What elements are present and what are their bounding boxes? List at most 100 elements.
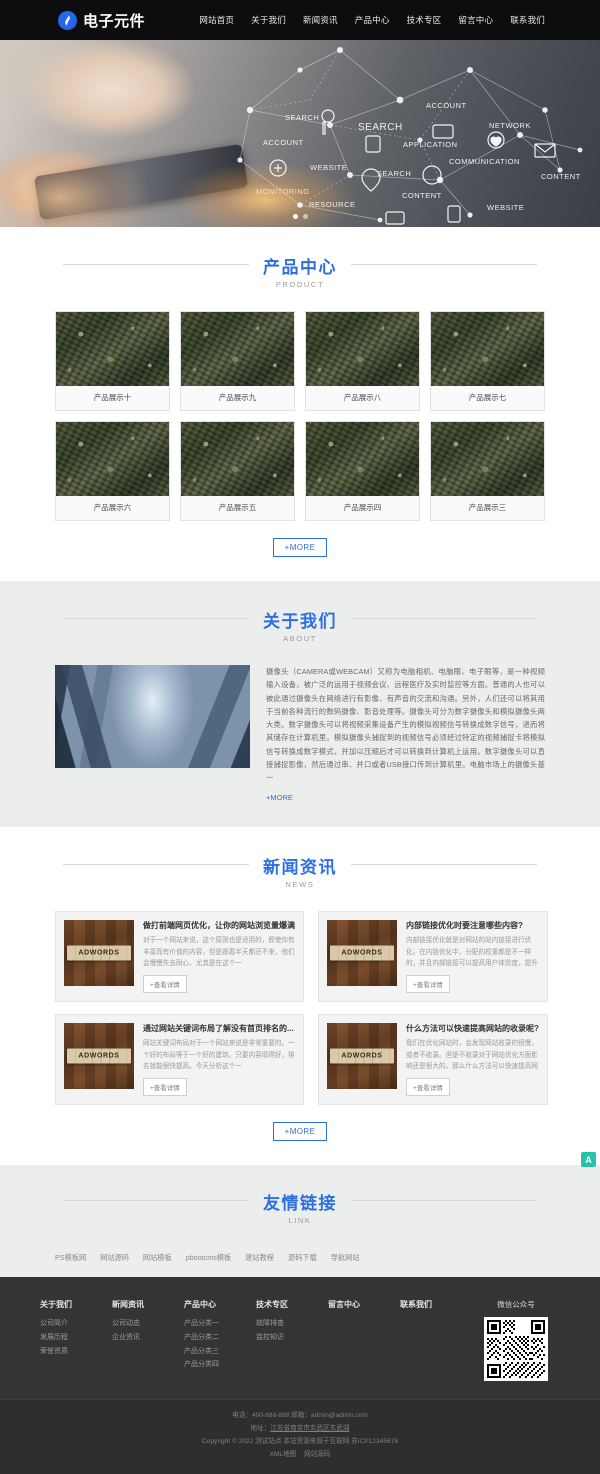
news-description: 网站关键词布局对于一个网站来说是非常重要的。一个好的布局等于一个好的建筑。只要内… <box>143 1040 295 1070</box>
products-section-title: 产品中心 PRODUCT <box>55 253 545 289</box>
footer-column-title[interactable]: 留言中心 <box>328 1299 388 1310</box>
news-detail-button[interactable]: +查看详情 <box>143 975 187 993</box>
product-name: 产品展示四 <box>343 503 382 512</box>
footer-link[interactable]: 产品分类一 <box>184 1317 244 1331</box>
product-card[interactable]: 产品展示五 <box>180 421 295 521</box>
xml-sitemap-link[interactable]: XML地图 <box>270 1451 297 1458</box>
footer-bottom-links: XML地图 网站源码 <box>0 1449 600 1462</box>
friendly-link[interactable]: 建站教程 <box>245 1253 274 1263</box>
footer-link[interactable]: 产品分类四 <box>184 1358 244 1372</box>
network-graphic: SEARCH ACCOUNT SEARCH NETWORK ACCOUNT AP… <box>237 47 583 225</box>
footer-column-news: 新闻资讯 公司动态 企业资讯 <box>112 1299 184 1381</box>
footer-link[interactable]: 故障排查 <box>256 1317 316 1331</box>
news-thumbnail <box>327 920 397 987</box>
news-thumbnail <box>64 920 134 987</box>
footer-link[interactable]: 企业资讯 <box>112 1331 172 1345</box>
news-thumbnail <box>327 1023 397 1090</box>
footer-link[interactable]: 公司动态 <box>112 1317 172 1331</box>
product-name: 产品展示七 <box>468 393 507 402</box>
friendly-link[interactable]: 导航网站 <box>331 1253 360 1263</box>
product-grid: 产品展示十 产品展示九 产品展示八 产品展示七 产品展示六 产品展示五 产品展示… <box>55 311 545 521</box>
flame-circle-icon <box>58 10 77 30</box>
nav-item-news[interactable]: 新闻资讯 <box>303 14 338 26</box>
product-card[interactable]: 产品展示四 <box>305 421 420 521</box>
site-header: 电子元件 网站首页 关于我们 新闻资讯 产品中心 技术专区 留言中心 联系我们 <box>0 0 600 40</box>
footer-column-title[interactable]: 产品中心 <box>184 1299 244 1310</box>
product-card[interactable]: 产品展示六 <box>55 421 170 521</box>
accessibility-float-icon[interactable]: A <box>581 1152 596 1167</box>
footer-link[interactable]: 产品分类二 <box>184 1331 244 1345</box>
svg-text:MONITORING: MONITORING <box>256 187 310 196</box>
product-thumbnail <box>431 312 544 386</box>
about-title-cn: 关于我们 <box>249 607 351 632</box>
products-section: 产品中心 PRODUCT 产品展示十 产品展示九 产品展示八 产品展示七 产品展… <box>0 227 600 581</box>
source-code-link[interactable]: 网站源码 <box>304 1451 330 1458</box>
products-title-en: PRODUCT <box>275 280 325 289</box>
friendly-link[interactable]: 网站模板 <box>143 1253 172 1263</box>
footer-column-title[interactable]: 新闻资讯 <box>112 1299 172 1310</box>
product-name: 产品展示十 <box>93 393 132 402</box>
product-name: 产品展示三 <box>468 503 507 512</box>
product-thumbnail <box>431 422 544 496</box>
footer-column-title[interactable]: 关于我们 <box>40 1299 100 1310</box>
hero-dot-1[interactable] <box>292 214 298 219</box>
product-card[interactable]: 产品展示七 <box>430 311 545 411</box>
about-image <box>55 665 250 768</box>
news-card[interactable]: 内部链接优化时要注意哪些内容? 内部链接优化就是对网站的站内链接进行优化。在内链… <box>318 911 548 1003</box>
nav-item-about[interactable]: 关于我们 <box>251 14 286 26</box>
friendly-link[interactable]: 源码下载 <box>288 1253 317 1263</box>
friendly-link[interactable]: 网站源码 <box>100 1253 129 1263</box>
news-title: 通过网站关键词布局了解没有首页排名的... <box>143 1024 294 1034</box>
footer-column-tech: 技术专区 故障排查 监控知识 <box>256 1299 328 1381</box>
nav-item-products[interactable]: 产品中心 <box>355 14 390 26</box>
svg-text:APPLICATION: APPLICATION <box>403 140 458 149</box>
product-thumbnail <box>306 422 419 496</box>
news-detail-button[interactable]: +查看详情 <box>406 975 450 994</box>
friendly-link[interactable]: pbootcms模板 <box>186 1253 232 1263</box>
news-card[interactable]: 做打前端网页优化，让你的网站浏览量爆满 对于一个网站来说，这个原则也是适用的，即… <box>55 911 304 1003</box>
svg-text:SEARCH: SEARCH <box>377 169 411 178</box>
product-card[interactable]: 产品展示三 <box>430 421 545 521</box>
footer-column-products: 产品中心 产品分类一 产品分类二 产品分类三 产品分类四 <box>184 1299 256 1381</box>
news-detail-button[interactable]: +查看详情 <box>143 1078 187 1096</box>
svg-text:WEBSITE: WEBSITE <box>310 163 347 172</box>
hero-banner[interactable]: SEARCH ACCOUNT SEARCH NETWORK ACCOUNT AP… <box>0 40 600 227</box>
hero-dot-2[interactable] <box>302 214 308 219</box>
nav-item-home[interactable]: 网站首页 <box>199 14 234 26</box>
news-card[interactable]: 什么方法可以快速提高网站的收录呢? 我们在优化网站时，会发现网站收录的很慢，或者… <box>318 1014 548 1106</box>
news-detail-button[interactable]: +查看详情 <box>406 1078 450 1097</box>
products-title-cn: 产品中心 <box>249 253 351 278</box>
friendly-link[interactable]: PS模板网 <box>55 1253 86 1263</box>
news-more-button[interactable]: +MORE <box>272 1122 328 1142</box>
products-more-button[interactable]: +MORE <box>272 538 328 557</box>
about-section-title: 关于我们 ABOUT <box>55 607 545 643</box>
news-title: 做打前端网页优化，让你的网站浏览量爆满 <box>143 921 295 931</box>
footer-column-title[interactable]: 技术专区 <box>256 1299 316 1310</box>
address-link[interactable]: 江苏省南京市玄武区玄武湖 <box>270 1425 349 1432</box>
footer-link[interactable]: 发展历程 <box>40 1331 100 1345</box>
news-title-en: NEWS <box>285 880 315 890</box>
address-prefix: 地址： <box>250 1425 271 1433</box>
svg-text:CONTENT: CONTENT <box>541 172 581 181</box>
footer-link[interactable]: 公司简介 <box>40 1317 100 1331</box>
copyright-line: Copyright © 2022 测试站点 本站资源来源于互联网 苏ICP123… <box>201 1438 399 1446</box>
footer-link[interactable]: 荣誉资质 <box>40 1345 100 1359</box>
about-section: 关于我们 ABOUT 摄像头（CAMERA或WEBCAM）又称为电脑相机、电脑眼… <box>0 581 600 828</box>
news-description: 内部链接优化就是对网站的站内链接进行优化。在内链优化中，分配的权重都是不一样的，… <box>406 937 538 967</box>
main-nav: 网站首页 关于我们 新闻资讯 产品中心 技术专区 留言中心 联系我们 <box>199 14 545 26</box>
footer-link[interactable]: 监控知识 <box>256 1331 316 1345</box>
footer-column-title[interactable]: 联系我们 <box>400 1299 460 1310</box>
product-card[interactable]: 产品展示十 <box>55 311 170 411</box>
news-card[interactable]: 通过网站关键词布局了解没有首页排名的... 网站关键词布局对于一个网站来说是非常… <box>55 1014 304 1106</box>
product-card[interactable]: 产品展示九 <box>180 311 295 411</box>
about-more-link[interactable]: +MORE <box>266 793 293 802</box>
news-title-cn: 新闻资讯 <box>249 853 351 879</box>
friendly-links-section: 友情链接 LINK PS模板网 网站源码 网站模板 pbootcms模板 建站教… <box>0 1165 600 1278</box>
nav-item-tech[interactable]: 技术专区 <box>407 14 442 26</box>
products-more-row: +MORE <box>55 521 545 581</box>
product-card[interactable]: 产品展示八 <box>305 311 420 411</box>
nav-item-message[interactable]: 留言中心 <box>458 14 493 26</box>
footer-link[interactable]: 产品分类三 <box>184 1345 244 1359</box>
nav-item-contact[interactable]: 联系我们 <box>510 14 545 26</box>
site-logo[interactable]: 电子元件 <box>58 10 145 31</box>
